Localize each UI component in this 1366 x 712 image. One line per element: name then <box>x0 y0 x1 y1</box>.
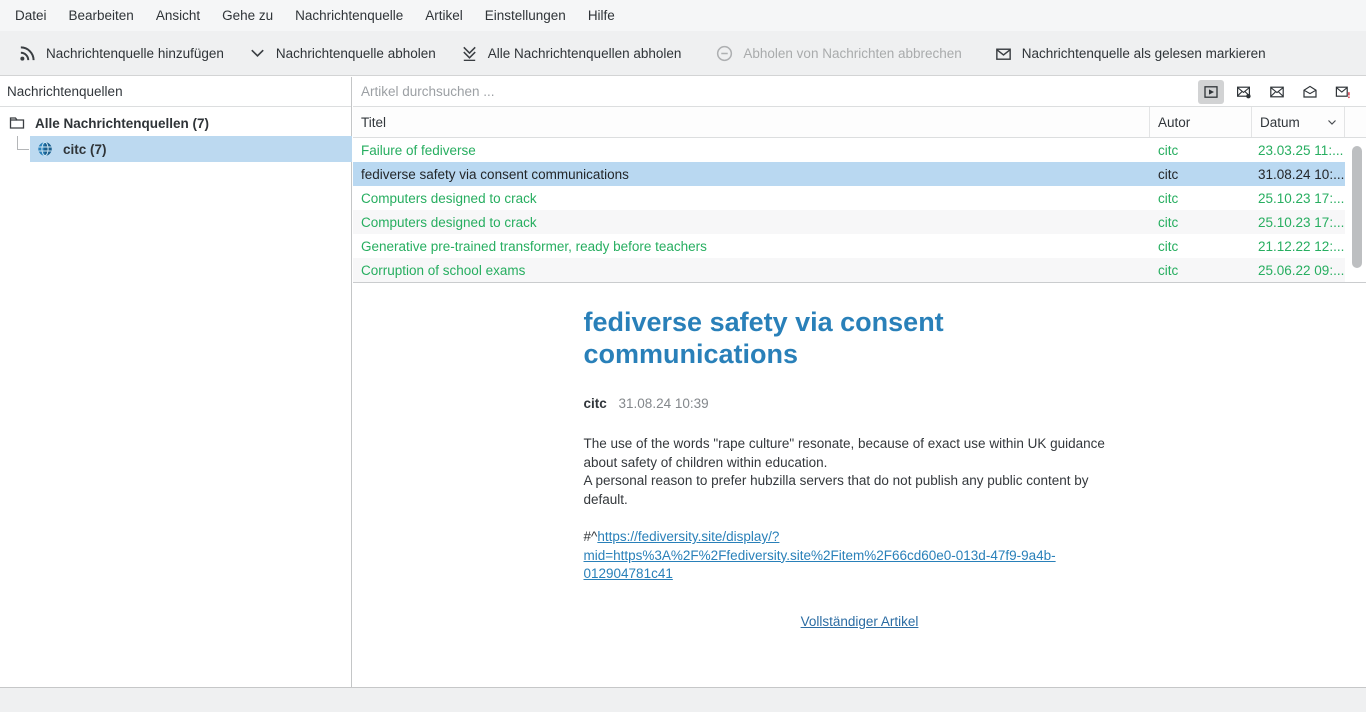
fetch-feed-button[interactable]: Nachrichtenquelle abholen <box>236 36 448 70</box>
article-list-scrollbar[interactable] <box>1352 146 1362 268</box>
add-feed-label: Nachrichtenquelle hinzufügen <box>46 46 224 61</box>
unread-articles-filter-button[interactable] <box>1264 80 1290 104</box>
article-row[interactable]: Computers designed to crack citc 25.10.2… <box>353 210 1345 234</box>
status-filter-buttons <box>1198 80 1366 104</box>
article-row[interactable]: Computers designed to crack citc 25.10.2… <box>353 186 1345 210</box>
envelope-icon <box>994 44 1013 63</box>
mark-feed-read-label: Nachrichtenquelle als gelesen markieren <box>1022 46 1266 61</box>
read-articles-filter-button[interactable] <box>1297 80 1323 104</box>
article-title: fediverse safety via consent communicati… <box>584 306 954 370</box>
article-row[interactable]: Failure of fediverse citc 23.03.25 11:..… <box>353 138 1345 162</box>
feed-tree-item-all[interactable]: Alle Nachrichtenquellen (7) <box>0 110 351 136</box>
column-header-datum[interactable]: Datum <box>1252 107 1345 137</box>
important-articles-filter-button[interactable] <box>1330 80 1356 104</box>
menu-einstellungen[interactable]: Einstellungen <box>474 0 577 31</box>
article-view-toggle-button[interactable] <box>1198 80 1224 104</box>
article-author: citc <box>584 396 607 411</box>
menu-nachrichtenquelle[interactable]: Nachrichtenquelle <box>284 0 414 31</box>
feed-tree-item-citc-label: citc (7) <box>63 142 107 157</box>
article-body-line: The use of the words "rape culture" reso… <box>584 435 1136 472</box>
feed-tree: Alle Nachrichtenquellen (7) citc (7) <box>0 107 351 162</box>
article-row[interactable]: Corruption of school exams citc 25.06.22… <box>353 258 1345 282</box>
article-body: The use of the words "rape culture" reso… <box>584 435 1136 509</box>
envelope-dot-icon <box>1236 84 1252 100</box>
mark-feed-read-button[interactable]: Nachrichtenquelle als gelesen markieren <box>982 36 1278 70</box>
column-header-datum-label: Datum <box>1260 115 1300 130</box>
fetch-feed-icon <box>248 44 267 63</box>
abort-fetch-label: Abholen von Nachrichten abbrechen <box>743 46 961 61</box>
article-panel: Titel Autor Datum Failure of fediverse c… <box>353 77 1366 687</box>
envelope-icon <box>1269 84 1285 100</box>
article-list-header: Titel Autor Datum <box>353 107 1366 138</box>
menubar: Datei Bearbeiten Ansicht Gehe zu Nachric… <box>0 0 1366 31</box>
menu-hilfe[interactable]: Hilfe <box>577 0 626 31</box>
fetch-all-feeds-button[interactable]: Alle Nachrichtenquellen abholen <box>448 36 694 70</box>
article-link-block: #^https://fediversity.site/display/?mid=… <box>584 528 1136 584</box>
column-header-autor[interactable]: Autor <box>1150 107 1252 137</box>
article-row-selected[interactable]: fediverse safety via consent communicati… <box>353 162 1345 186</box>
toolbar: Nachrichtenquelle hinzufügen Nachrichten… <box>0 31 1366 76</box>
sort-descending-icon <box>1326 116 1338 128</box>
abort-icon <box>715 44 734 63</box>
article-viewer: fediverse safety via consent communicati… <box>353 285 1366 687</box>
add-feed-button[interactable]: Nachrichtenquelle hinzufügen <box>6 36 236 70</box>
feed-tree-item-citc[interactable]: citc (7) <box>30 136 352 162</box>
fetch-all-icon <box>460 44 479 63</box>
status-bar <box>0 687 1366 712</box>
new-articles-filter-button[interactable] <box>1231 80 1257 104</box>
article-meta: citc 31.08.24 10:39 <box>584 396 1136 411</box>
article-content: fediverse safety via consent communicati… <box>584 285 1136 629</box>
menu-artikel[interactable]: Artikel <box>414 0 474 31</box>
main-area: Nachrichtenquellen Alle Nachrichtenquell… <box>0 77 1366 687</box>
full-article-link[interactable]: Vollständiger Artikel <box>801 614 919 629</box>
link-prefix: #^ <box>584 529 598 544</box>
feed-list-panel: Nachrichtenquellen Alle Nachrichtenquell… <box>0 77 352 687</box>
menu-ansicht[interactable]: Ansicht <box>145 0 211 31</box>
column-header-gutter <box>1345 107 1366 137</box>
menu-datei[interactable]: Datei <box>4 0 58 31</box>
fetch-all-label: Alle Nachrichtenquellen abholen <box>488 46 682 61</box>
article-row[interactable]: Generative pre-trained transformer, read… <box>353 234 1345 258</box>
fetch-feed-label: Nachrichtenquelle abholen <box>276 46 436 61</box>
folder-icon <box>9 115 25 131</box>
article-pane-icon <box>1203 84 1219 100</box>
menu-gehe-zu[interactable]: Gehe zu <box>211 0 284 31</box>
feed-tree-item-all-label: Alle Nachrichtenquellen (7) <box>35 116 209 131</box>
full-article-row: Vollständiger Artikel <box>584 614 1136 629</box>
menu-bearbeiten[interactable]: Bearbeiten <box>58 0 145 31</box>
envelope-open-icon <box>1302 84 1318 100</box>
abort-fetch-button: Abholen von Nachrichten abbrechen <box>703 36 973 70</box>
envelope-important-icon <box>1335 84 1351 100</box>
globe-icon <box>37 141 53 157</box>
rss-icon <box>18 44 37 63</box>
search-bar <box>353 77 1366 107</box>
tree-branch-line <box>17 136 29 150</box>
article-date: 31.08.24 10:39 <box>619 396 709 411</box>
article-list: Failure of fediverse citc 23.03.25 11:..… <box>353 138 1366 283</box>
column-header-titel[interactable]: Titel <box>353 107 1150 137</box>
feed-list-header[interactable]: Nachrichtenquellen <box>0 77 351 107</box>
article-source-link[interactable]: https://fediversity.site/display/?mid=ht… <box>584 529 1056 581</box>
search-input[interactable] <box>353 78 1198 106</box>
list-bottom-border <box>353 282 1366 283</box>
article-body-line: A personal reason to prefer hubzilla ser… <box>584 472 1136 509</box>
